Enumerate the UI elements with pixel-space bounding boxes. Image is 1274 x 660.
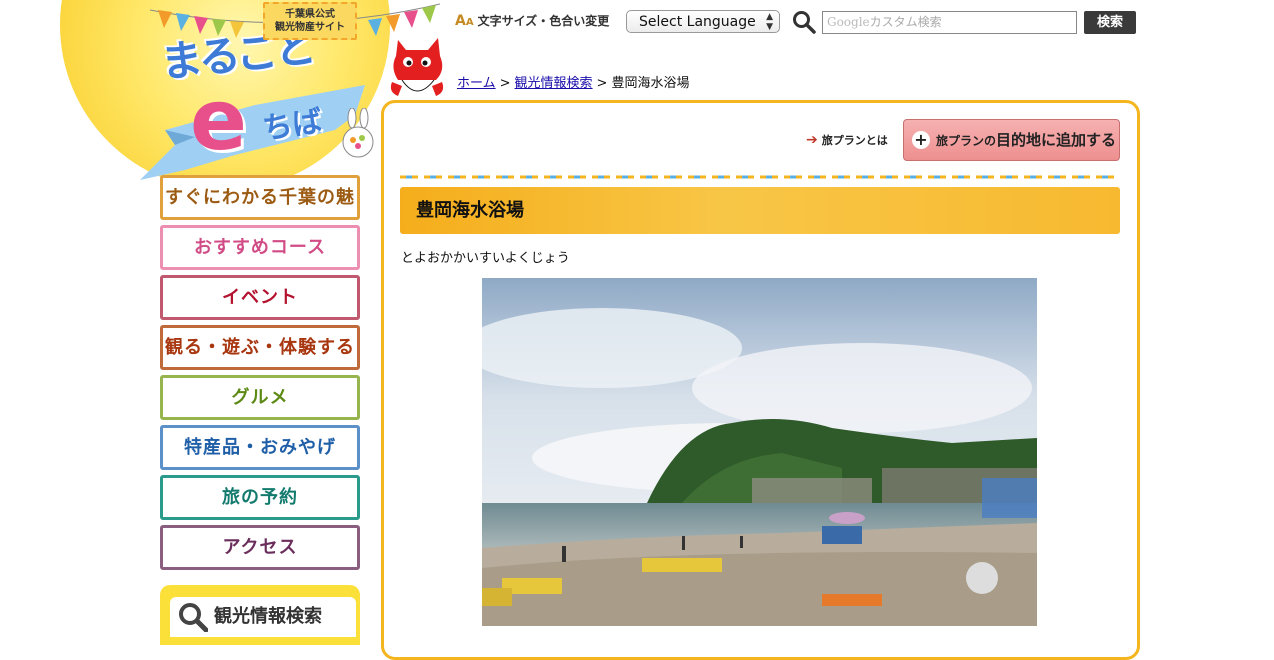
breadcrumb-separator: > bbox=[596, 76, 608, 91]
sidebar-item-label: 特産品・おみやげ bbox=[184, 437, 336, 458]
rabbit-mascot-icon bbox=[342, 108, 374, 158]
sidebar-item-label: グルメ bbox=[231, 387, 289, 408]
search-button[interactable]: 検索 bbox=[1084, 11, 1136, 34]
language-select[interactable]: Select Language ▲ ▼ bbox=[626, 10, 780, 33]
plan-add-prefix: 旅プランの bbox=[936, 134, 997, 148]
sidebar-item-access[interactable]: アクセス bbox=[160, 525, 360, 570]
sidebar-item-label: おすすめコース bbox=[193, 237, 327, 258]
add-to-travel-plan-button[interactable]: + 旅プランの目的地に追加する bbox=[903, 119, 1120, 161]
arrow-right-icon: ➔ bbox=[806, 132, 818, 148]
badge-line-2: 観光物産サイト bbox=[275, 22, 345, 33]
sidebar-item-label: 旅の予約 bbox=[222, 487, 298, 508]
logo-title-e: e bbox=[190, 71, 247, 169]
dashed-divider bbox=[400, 175, 1120, 179]
sidebar-item-recommended-course[interactable]: おすすめコース bbox=[160, 225, 360, 270]
what-is-travel-plan-link[interactable]: ➔ 旅プランとは bbox=[806, 132, 888, 148]
font-size-icon: AA bbox=[455, 12, 474, 29]
google-brand-text: Google bbox=[827, 15, 870, 29]
magnifier-icon bbox=[179, 603, 208, 632]
sidebar-item-souvenirs[interactable]: 特産品・おみやげ bbox=[160, 425, 360, 470]
breadcrumb: ホーム > 観光情報検索 > 豊岡海水浴場 bbox=[457, 72, 689, 91]
font-size-color-label: 文字サイズ・色合い変更 bbox=[477, 14, 610, 28]
breadcrumb-home[interactable]: ホーム bbox=[457, 76, 496, 91]
page-title-bar: 豊岡海水浴場 bbox=[400, 187, 1120, 234]
language-select-label: Select Language bbox=[639, 14, 756, 30]
what-is-travel-plan-label: 旅プランとは bbox=[821, 134, 888, 147]
breadcrumb-separator: > bbox=[499, 76, 511, 91]
sidebar-item-travel-booking[interactable]: 旅の予約 bbox=[160, 475, 360, 520]
tourism-search-panel[interactable]: 観光情報検索 bbox=[160, 585, 360, 645]
site-search-input[interactable]: Googleカスタム検索 bbox=[822, 11, 1077, 34]
official-site-badge: 千葉県公式 観光物産サイト bbox=[263, 2, 357, 40]
plus-icon: + bbox=[912, 131, 930, 149]
plan-add-label: 目的地に追加する bbox=[996, 131, 1117, 149]
search-placeholder: カスタム検索 bbox=[869, 15, 942, 29]
font-size-color-link[interactable]: AA 文字サイズ・色合い変更 bbox=[455, 12, 609, 29]
sidebar-item-chiba-charm[interactable]: すぐにわかる千葉の魅力 bbox=[160, 175, 360, 247]
tourism-search-label: 観光情報検索 bbox=[214, 606, 322, 627]
logo-title-chiba: ちば bbox=[260, 103, 325, 147]
page-title: 豊岡海水浴場 bbox=[416, 200, 524, 221]
badge-line-1: 千葉県公式 bbox=[285, 9, 335, 20]
chibakun-mascot-icon bbox=[390, 38, 444, 96]
sidebar-item-label: イベント bbox=[222, 287, 298, 308]
sidebar-item-label: 観る・遊ぶ・体験する bbox=[165, 337, 355, 358]
title-reading: とよおかかいすいよくじょう bbox=[401, 251, 570, 266]
sidebar-item-events[interactable]: イベント bbox=[160, 275, 360, 320]
sidebar-item-gourmet[interactable]: グルメ bbox=[160, 375, 360, 420]
tourism-search-tab[interactable]: 観光情報検索 bbox=[170, 597, 356, 637]
beach-photo bbox=[482, 278, 1037, 626]
select-arrows-icon: ▲ ▼ bbox=[766, 12, 773, 32]
breadcrumb-tourism-search[interactable]: 観光情報検索 bbox=[515, 76, 593, 91]
sidebar-item-sightseeing[interactable]: 観る・遊ぶ・体験する bbox=[160, 325, 360, 370]
breadcrumb-current: 豊岡海水浴場 bbox=[611, 76, 690, 91]
sidebar-item-label: アクセス bbox=[222, 537, 298, 558]
search-icon bbox=[793, 11, 816, 34]
